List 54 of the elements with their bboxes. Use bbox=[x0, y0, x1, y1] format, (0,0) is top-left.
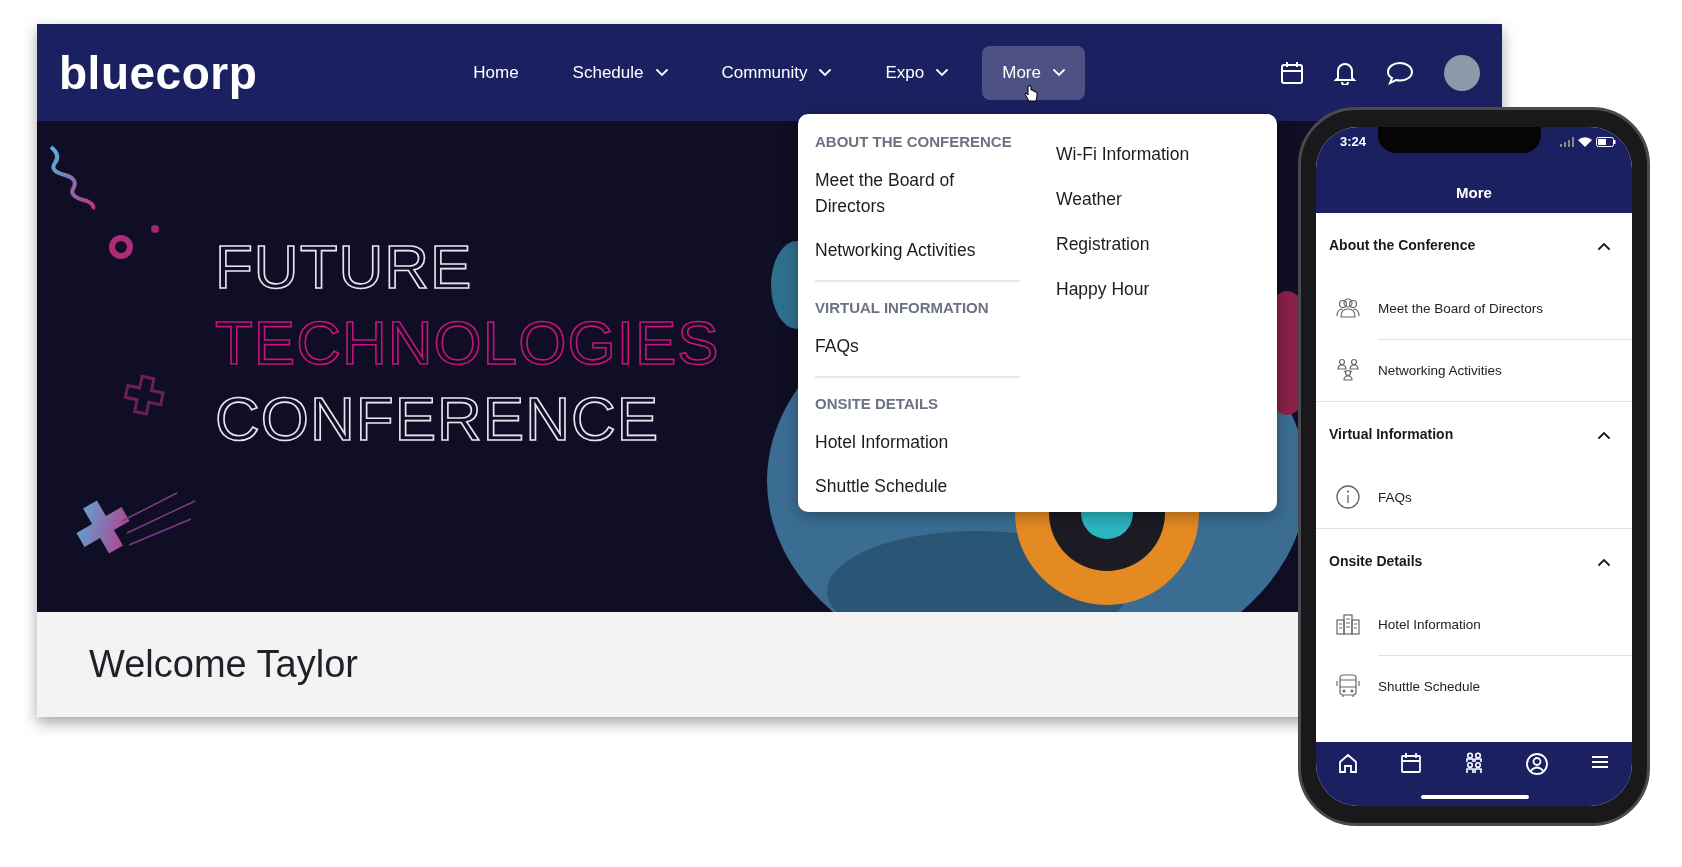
menu-item[interactable]: Registration bbox=[1056, 222, 1190, 267]
battery-icon bbox=[1596, 137, 1616, 147]
wifi-icon bbox=[1578, 137, 1592, 147]
section-header[interactable]: Virtual Information bbox=[1316, 402, 1632, 466]
section-header[interactable]: About the Conference bbox=[1316, 213, 1632, 277]
chevron-up-icon bbox=[1598, 431, 1610, 439]
welcome-heading: Welcome Taylor bbox=[89, 643, 358, 686]
list-item[interactable]: Hotel Information bbox=[1316, 593, 1632, 655]
screen-title: More bbox=[1456, 184, 1492, 201]
list-item[interactable]: FAQs bbox=[1316, 466, 1632, 528]
list-item[interactable]: Networking Activities bbox=[1316, 339, 1632, 401]
calendar-icon[interactable] bbox=[1399, 752, 1422, 774]
menu-heading: ONSITE DETAILS bbox=[815, 394, 940, 414]
menu-item[interactable]: Meet the Board of Directors bbox=[815, 158, 995, 228]
section-title: Onsite Details bbox=[1329, 553, 1423, 569]
menu-item[interactable]: Hotel Information bbox=[815, 420, 995, 464]
nav-link[interactable]: Community bbox=[701, 45, 852, 100]
bus-icon bbox=[1334, 673, 1362, 699]
nav-link[interactable]: More bbox=[982, 45, 1085, 100]
section-header[interactable]: Onsite Details bbox=[1316, 529, 1632, 593]
headline: FUTURE bbox=[215, 231, 474, 303]
menu-item[interactable]: Shuttle Schedule bbox=[815, 464, 995, 508]
chevron-up-icon bbox=[1598, 242, 1610, 250]
chat-icon[interactable] bbox=[1386, 60, 1414, 85]
menu-item[interactable]: Weather bbox=[1056, 177, 1190, 222]
signal-icon bbox=[1560, 137, 1574, 147]
user-icon[interactable] bbox=[1525, 752, 1550, 776]
section-title: About the Conference bbox=[1329, 237, 1476, 253]
people-icon[interactable] bbox=[1463, 752, 1485, 774]
bell-icon[interactable] bbox=[1334, 60, 1356, 85]
menu-heading: VIRTUAL INFORMATION bbox=[815, 298, 990, 318]
nav-link[interactable]: Home bbox=[453, 45, 539, 100]
section-title: Virtual Information bbox=[1329, 426, 1454, 442]
headline: TECHNOLOGIES bbox=[215, 307, 720, 379]
list-item[interactable]: Shuttle Schedule bbox=[1316, 655, 1632, 717]
user-avatar[interactable] bbox=[1444, 54, 1480, 91]
menu-item[interactable]: Happy Hour bbox=[1056, 267, 1190, 312]
headline: CONFERENCE bbox=[215, 383, 661, 455]
list-item[interactable]: Meet the Board of Directors bbox=[1316, 277, 1632, 339]
calendar-icon[interactable] bbox=[1280, 60, 1304, 85]
hand-cursor-icon bbox=[1024, 85, 1038, 103]
menu-heading: ABOUT THE CONFERENCE bbox=[815, 132, 1013, 152]
people-icon bbox=[1334, 297, 1362, 319]
chevron-up-icon bbox=[1598, 558, 1610, 566]
buildings-icon bbox=[1334, 612, 1362, 636]
menu-item[interactable]: FAQs bbox=[815, 324, 995, 368]
nav-link[interactable]: Schedule bbox=[552, 45, 688, 100]
status-time: 3:24 bbox=[1340, 134, 1367, 149]
network-icon bbox=[1334, 358, 1362, 382]
menu-item[interactable]: Wi-Fi Information bbox=[1056, 132, 1190, 177]
menu-item[interactable]: Networking Activities bbox=[815, 228, 995, 272]
nav-link[interactable]: Expo bbox=[865, 45, 969, 100]
home-icon[interactable] bbox=[1336, 752, 1359, 774]
info-icon bbox=[1334, 484, 1362, 510]
